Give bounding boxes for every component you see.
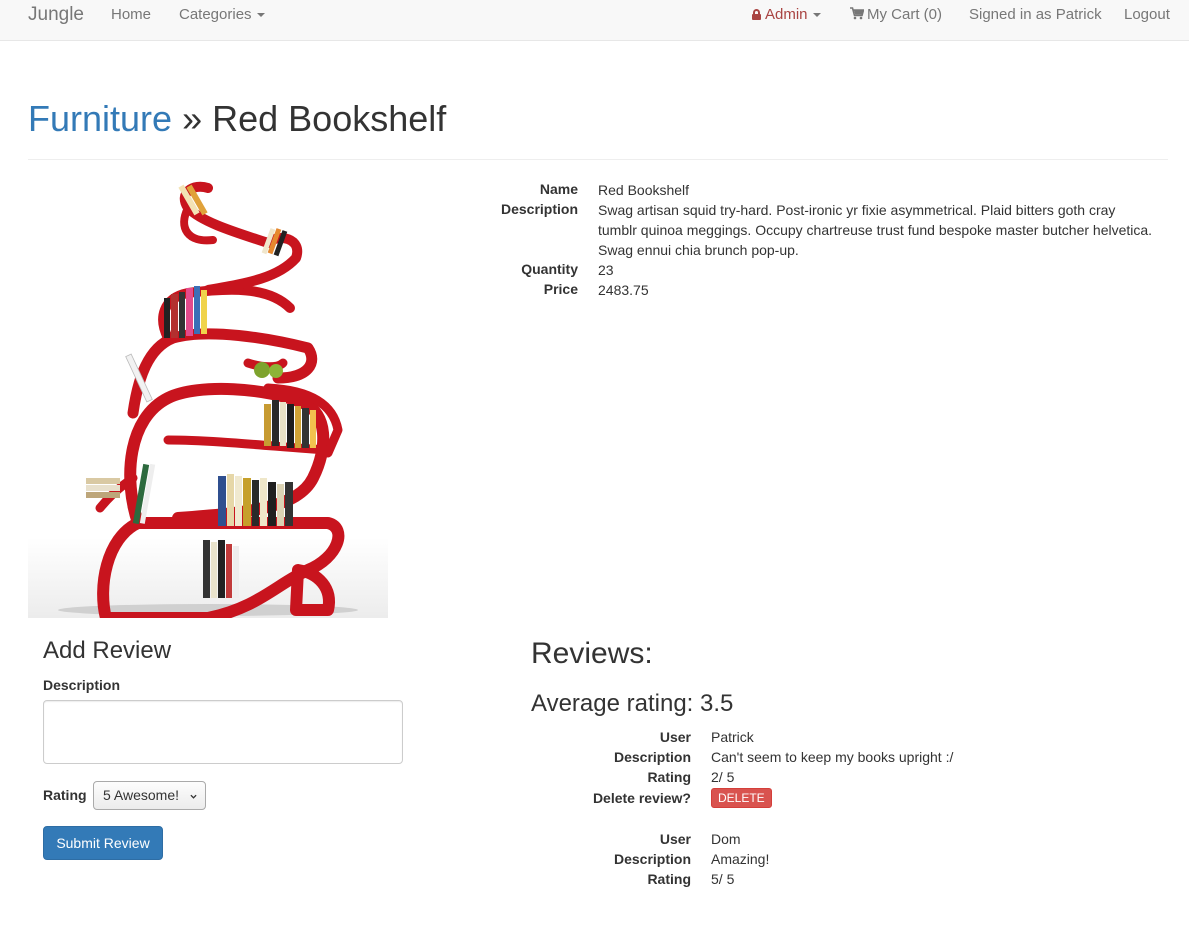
nav-admin-dropdown[interactable]: Admin [752,0,821,30]
review-user-label: User [659,729,691,745]
nav-admin-label: Admin [765,6,808,23]
nav-categories-label: Categories [179,6,252,23]
review-rating-value: 2/ 5 [711,769,735,785]
review-description-label: Description [43,677,121,693]
nav-home-link[interactable]: Home [111,0,151,30]
product-description-line: tumblr quinoa meggings. Occupy chartreus… [598,222,1153,238]
nav-cart-label: My Cart (0) [867,6,942,23]
breadcrumb-product-name: Red Bookshelf [212,98,447,139]
delete-review-button[interactable]: DELETE [711,788,772,808]
review-rating-selected: 5 Awesome! [103,787,180,803]
review-user-value: Dom [711,831,741,847]
product-description-value: Swag artisan squid try-hard. Post-ironic… [598,200,1178,260]
page-title: Furniture » Red Bookshelf [28,97,1168,160]
review-description-value: Can't seem to keep my books upright :/ [711,749,954,765]
product-image [28,178,388,618]
reviews-title: Reviews: [531,637,653,670]
review-user-label: User [659,831,691,847]
nav-logout-link[interactable]: Logout [1124,0,1170,30]
delete-review-label: Delete review? [592,790,691,806]
product-description-line: Swag ennui chia brunch pop-up. [598,242,799,258]
review-description-input[interactable] [43,700,403,764]
product-description-line: Swag artisan squid try-hard. Post-ironic… [598,202,1116,218]
product-price-label: Price [543,281,578,297]
product-name-label: Name [539,181,578,197]
product-name-value: Red Bookshelf [598,182,690,198]
review-description-label: Description [613,851,691,867]
review-description-value: Amazing! [711,851,770,867]
nav-signed-in-text: Signed in as Patrick [969,6,1102,23]
review-rating-value: 5/ 5 [711,871,735,887]
chevron-down-icon [812,13,821,18]
nav-categories-dropdown[interactable]: Categories [179,0,265,30]
nav-cart-link[interactable]: My Cart (0) [850,0,942,30]
navbar: Jungle Home Categories Admin My Cart (0)… [0,0,1189,41]
review-rating-label: Rating [647,871,691,887]
lock-icon [752,9,761,20]
breadcrumb-separator: » [182,98,203,139]
delete-review-cell: DELETE [711,788,772,808]
shopping-cart-icon [850,7,864,20]
product-quantity-label: Quantity [521,261,578,277]
chevron-down-icon [256,13,265,18]
brand-link[interactable]: Jungle [28,0,84,30]
chevron-down-icon [190,794,197,799]
review-rating-label: Rating [43,787,87,803]
add-review-title: Add Review [43,637,172,664]
review-rating-select[interactable]: 5 Awesome! [93,781,206,810]
breadcrumb-category-link[interactable]: Furniture [28,98,172,139]
red-bookshelf-image [28,181,388,618]
product-quantity-value: 23 [598,262,614,278]
review-user-value: Patrick [711,729,754,745]
product-price-value: 2483.75 [598,282,649,298]
review-rating-label: Rating [647,769,691,785]
average-rating: Average rating: 3.5 [531,690,734,717]
submit-review-button[interactable]: Submit Review [43,826,163,860]
review-description-label: Description [613,749,691,765]
product-description-label: Description [500,201,578,217]
